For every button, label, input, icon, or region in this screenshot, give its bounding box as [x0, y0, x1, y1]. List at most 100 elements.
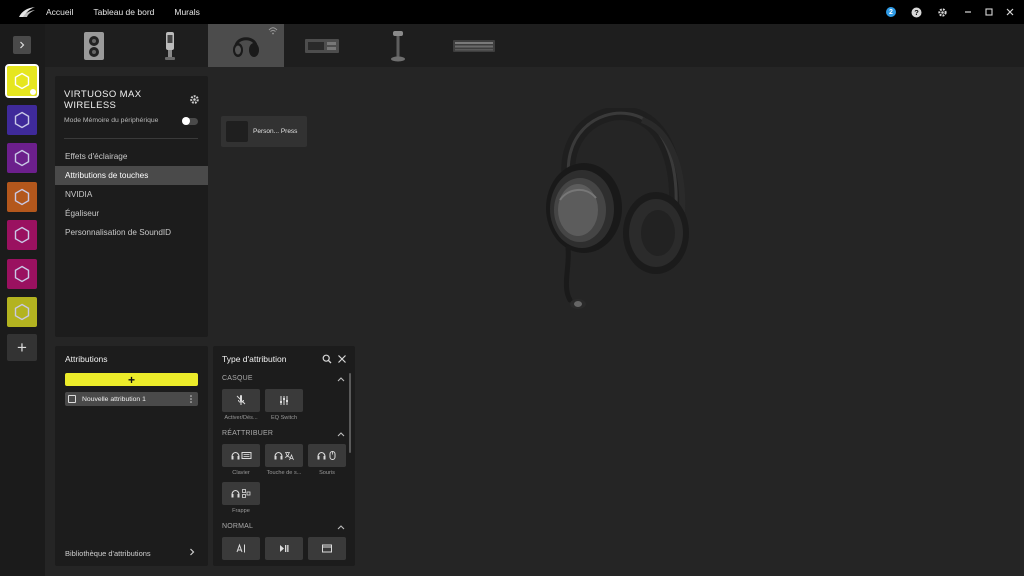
- top-bar: Accueil Tableau de bord Murals 2 ?: [0, 0, 1024, 24]
- assignment-type-tile-label: Souris: [319, 470, 335, 476]
- assignment-type-tile[interactable]: [222, 482, 260, 505]
- menu-item[interactable]: Effets d'éclairage: [55, 147, 208, 166]
- maximize-icon[interactable]: [983, 6, 995, 18]
- assignment-type-tile[interactable]: [265, 444, 303, 467]
- device-tile-3[interactable]: [208, 24, 284, 67]
- menu-item[interactable]: NVIDIA: [55, 185, 208, 204]
- section-title: NORMAL: [222, 523, 254, 530]
- section-title: RÉATTRIBUER: [222, 430, 274, 437]
- device-settings-icon[interactable]: [189, 94, 200, 105]
- profile-tile[interactable]: [7, 258, 37, 289]
- memory-mode-toggle[interactable]: [182, 117, 198, 125]
- assignment-type-tile-label: Activer/Dés...: [224, 415, 258, 421]
- profile-tile[interactable]: [7, 104, 37, 135]
- assignment-type-tile[interactable]: [265, 389, 303, 412]
- chevron-up-icon[interactable]: [337, 524, 345, 530]
- profile-tile[interactable]: [7, 220, 37, 250]
- play-pause-icon: [280, 545, 289, 552]
- hexagon-icon: [14, 226, 30, 244]
- menu-item[interactable]: Égaliseur: [55, 204, 208, 223]
- headset-keyboard-icon: [230, 451, 251, 460]
- action-card[interactable]: Person... Press: [221, 116, 307, 147]
- device-tile-6[interactable]: [436, 24, 512, 67]
- assignment-type-tile[interactable]: [308, 537, 346, 560]
- assignment-checkbox[interactable]: [68, 395, 76, 403]
- section-title: CASQUE: [222, 375, 253, 382]
- assignment-type-tile[interactable]: [222, 444, 260, 467]
- assignment-type-tile-label: Frappe: [232, 508, 250, 514]
- device-tile-4[interactable]: [284, 24, 360, 67]
- headset-product-image: [546, 108, 689, 309]
- chevron-right-icon[interactable]: [189, 548, 195, 556]
- divider: [64, 138, 198, 139]
- keyboard-device-icon: [453, 39, 495, 52]
- device-tile-2[interactable]: [132, 24, 208, 67]
- close-icon[interactable]: [337, 354, 347, 364]
- corsair-logo: [19, 7, 35, 17]
- help-icon[interactable]: ?: [910, 6, 922, 18]
- headset-device-icon: [233, 36, 259, 57]
- assignment-type-tile[interactable]: [308, 444, 346, 467]
- profile-tile[interactable]: [7, 181, 37, 212]
- hexagon-icon: [14, 72, 30, 90]
- menu-item[interactable]: Personnalisation de SoundID: [55, 223, 208, 242]
- device-tile-5[interactable]: [360, 24, 436, 67]
- chevron-up-icon[interactable]: [337, 376, 345, 382]
- hexagon-icon: [14, 149, 30, 167]
- menu-item[interactable]: Attributions de touches: [55, 166, 208, 185]
- assignment-type-title: Type d'attribution: [222, 354, 287, 364]
- hexagon-icon: [14, 111, 30, 128]
- add-profile-button[interactable]: +: [7, 334, 37, 361]
- assignment-type-tile-label: Touche de s...: [266, 470, 302, 476]
- assignment-type-tile[interactable]: [265, 537, 303, 560]
- eq-sliders-icon: [280, 396, 288, 405]
- device-strip: [45, 24, 1024, 67]
- chevron-up-icon[interactable]: [337, 431, 345, 437]
- window-controls: 2 ?: [886, 0, 1024, 24]
- text-cursor-icon: [236, 543, 245, 553]
- assignment-type-tile-label: Clavier: [232, 470, 250, 476]
- headset-mouse-icon: [316, 451, 335, 460]
- toggle-knob: [182, 117, 190, 125]
- capture-card-device-icon: [305, 38, 339, 53]
- assignment-type-tile[interactable]: [222, 389, 260, 412]
- profile-tile[interactable]: [5, 64, 39, 98]
- device-panel: VIRTUOSO MAX WIRELESS Mode Mémoire du pé…: [55, 76, 208, 337]
- search-icon[interactable]: [322, 354, 332, 364]
- headset-translate-icon: [273, 451, 294, 461]
- assignment-item[interactable]: Nouvelle attribution 1: [65, 392, 198, 406]
- notification-badge[interactable]: 2: [886, 7, 896, 17]
- profile-sidebar: +: [0, 24, 45, 576]
- svg-text:?: ?: [914, 8, 919, 17]
- nav-murals[interactable]: Murals: [174, 7, 200, 17]
- more-options-icon[interactable]: [190, 395, 192, 403]
- window-icon: [322, 544, 332, 553]
- assignment-type-tile-label: EQ Switch: [270, 415, 298, 421]
- active-profile-badge: [30, 89, 36, 95]
- assignment-type-panel: Type d'attribution CASQUE Activer/Dés... E…: [213, 346, 355, 566]
- expand-sidebar-button[interactable]: [13, 36, 31, 54]
- device-title: VIRTUOSO MAX WIRELESS: [64, 89, 142, 111]
- action-thumbnail: [226, 121, 248, 142]
- minimize-icon[interactable]: [962, 6, 974, 18]
- mic-mute-icon: [236, 395, 246, 405]
- profile-tile[interactable]: [7, 297, 37, 327]
- tower-fan-device-icon: [84, 31, 104, 60]
- nav-dashboard[interactable]: Tableau de bord: [93, 7, 154, 17]
- assignments-title: Attributions: [65, 354, 108, 364]
- scrollbar[interactable]: [349, 373, 351, 453]
- assignment-type-tile[interactable]: [222, 537, 260, 560]
- device-tile-1[interactable]: [56, 24, 132, 67]
- profile-tile[interactable]: [7, 143, 37, 173]
- close-window-icon[interactable]: [1004, 6, 1016, 18]
- assignment-library-link[interactable]: Bibliothèque d'attributions: [65, 549, 151, 558]
- nav-home[interactable]: Accueil: [46, 7, 73, 17]
- microphone-device-icon: [165, 31, 175, 60]
- gear-icon[interactable]: [936, 6, 948, 18]
- hexagon-icon: [14, 188, 30, 205]
- memory-mode-label: Mode Mémoire du périphérique: [64, 117, 159, 124]
- headset-keystroke-icon: [230, 489, 250, 498]
- assignments-panel: Attributions + Nouvelle attribution 1 Bi…: [55, 346, 208, 566]
- action-card-label: Person... Press: [253, 128, 298, 135]
- add-assignment-button[interactable]: +: [65, 373, 198, 386]
